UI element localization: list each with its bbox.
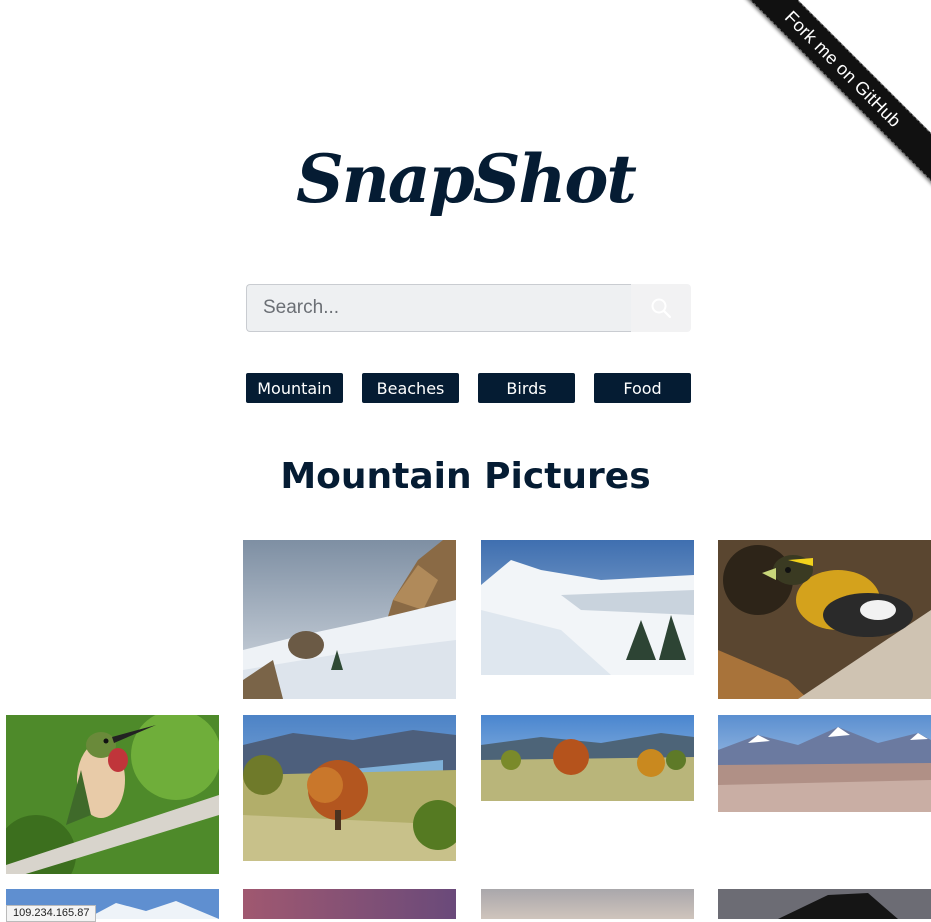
search-button[interactable] — [631, 284, 691, 332]
app-title: SnapShot — [296, 140, 637, 218]
category-nav: Mountain Beaches Birds Food — [246, 373, 691, 403]
photo-autumn-tree-meadow[interactable] — [481, 715, 694, 801]
search-input[interactable] — [246, 284, 631, 332]
photo-hazy-sky-partial[interactable] — [481, 889, 694, 919]
category-birds-button[interactable]: Birds — [478, 373, 575, 403]
category-beaches-button[interactable]: Beaches — [362, 373, 459, 403]
ip-address-label: 109.234.165.87 — [6, 905, 97, 922]
photo-pink-sky-partial[interactable] — [243, 889, 456, 919]
photo-autumn-tree-lake-valley[interactable] — [243, 715, 456, 861]
photo-hummingbird-on-branch[interactable] — [6, 715, 219, 874]
photo-snowy-rocky-slope[interactable] — [243, 540, 456, 699]
category-food-button[interactable]: Food — [594, 373, 691, 403]
search-icon — [651, 298, 672, 319]
category-mountain-button[interactable]: Mountain — [246, 373, 343, 403]
photo-dark-peak-silhouette-partial[interactable] — [718, 889, 931, 919]
photo-evening-grosbeak-bird[interactable] — [718, 540, 931, 699]
gallery-heading: Mountain Pictures — [280, 456, 651, 497]
photo-desert-rocks-snowy-peaks[interactable] — [718, 715, 931, 812]
search-form — [246, 284, 691, 332]
photo-snow-ridge-blue-sky[interactable] — [481, 540, 694, 675]
